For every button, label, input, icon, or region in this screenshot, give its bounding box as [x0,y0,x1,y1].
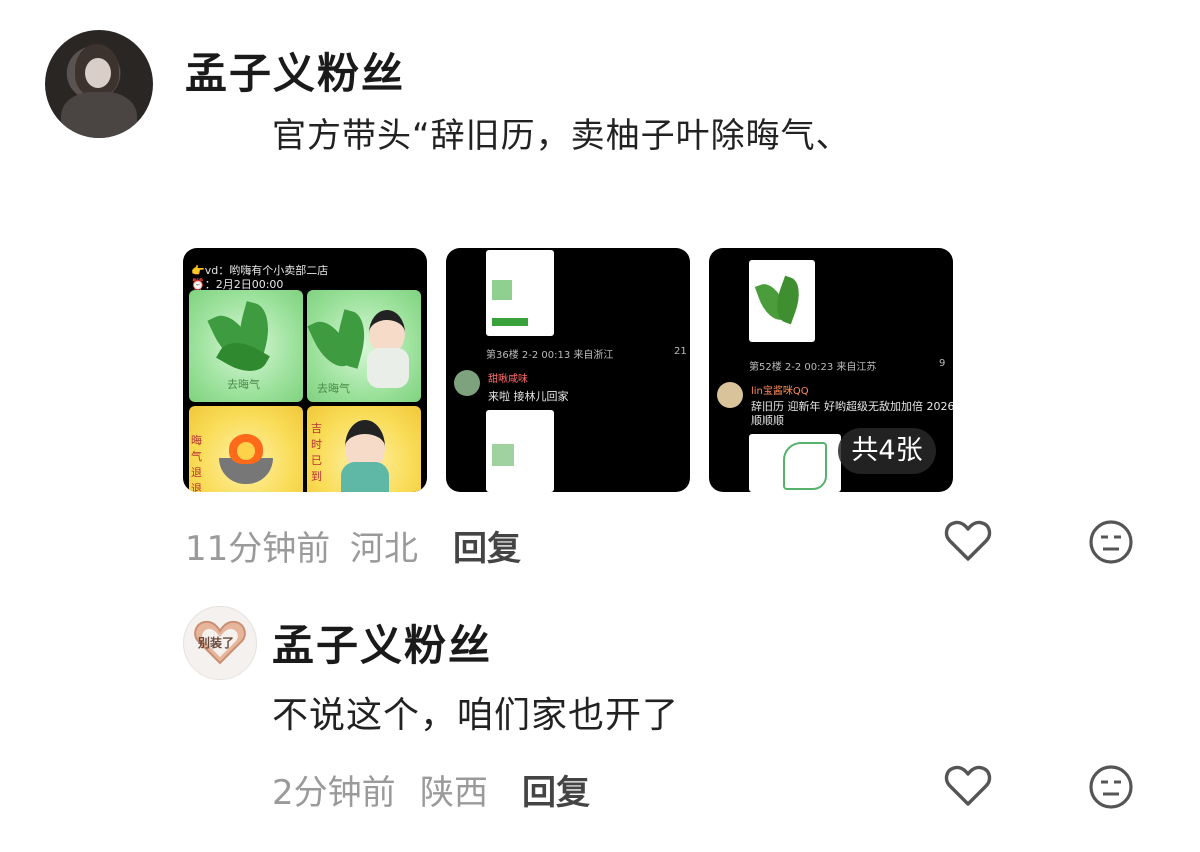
post-likes: 9 [939,358,946,369]
comment-image-2[interactable]: 第36楼 2-2 00:13 来自浙江 21 甜啾咸味 来啦 接林儿回家 [446,248,690,492]
neutral-face-icon[interactable] [1088,764,1134,810]
heart-outline-icon[interactable] [944,764,992,808]
user-avatar[interactable] [45,30,153,138]
comment-location: 陕西 [420,773,488,813]
comment-time: 11分钟前 [185,529,331,569]
sticker-leaves-character: 去晦气 [307,290,421,402]
reply-button[interactable]: 回复 [522,765,590,814]
comment-location: 河北 [350,529,418,569]
comment-image-1[interactable]: 👉vd：哟嗨有个小卖部二店 ⏰：2月2日00:00 去晦气 去晦气 晦气退退退 … [183,248,427,492]
comment-username[interactable]: 孟子义粉丝 [272,612,492,673]
post-likes: 21 [674,346,687,357]
reply-text-line2: 顺顺顺 [751,414,784,427]
reply-avatar [454,370,480,396]
post-meta: 第36楼 2-2 00:13 来自浙江 [486,350,614,361]
reply-text: 来啦 接林儿回家 [488,390,569,403]
embedded-screenshot-2 [486,410,554,492]
embedded-screenshot [486,250,554,336]
post-meta: 第52楼 2-2 00:23 来自江苏 [749,362,877,373]
reply-username: lin宝酱咪QQ [751,386,809,397]
sticker-fire: 晦气退退退 [189,406,303,492]
avatar-face [85,58,111,88]
user-avatar[interactable]: 别装了 [183,606,257,680]
comment-username[interactable]: 孟子义粉丝 [185,40,405,101]
reply-avatar [717,382,743,408]
neutral-face-icon[interactable] [1088,519,1134,565]
embedded-screenshot [749,260,815,342]
avatar-body [61,92,137,138]
reply-username: 甜啾咸味 [488,374,528,385]
comment-text: 官方带头“辞旧历，卖柚子叶除晦气、 [272,116,851,156]
comment-time: 2分钟前 [272,773,396,813]
heart-outline-icon[interactable] [944,519,992,563]
comment-text: 不说这个，咱们家也开了 [272,695,680,736]
avatar-caption: 别装了 [198,636,235,650]
sticker-character: 吉时已到 [307,406,421,492]
reply-button[interactable]: 回复 [453,521,521,570]
embedded-screenshot-2 [749,434,841,492]
image-count-badge[interactable]: 共4张 [838,428,936,474]
sticker-leaves: 去晦气 [189,290,303,402]
